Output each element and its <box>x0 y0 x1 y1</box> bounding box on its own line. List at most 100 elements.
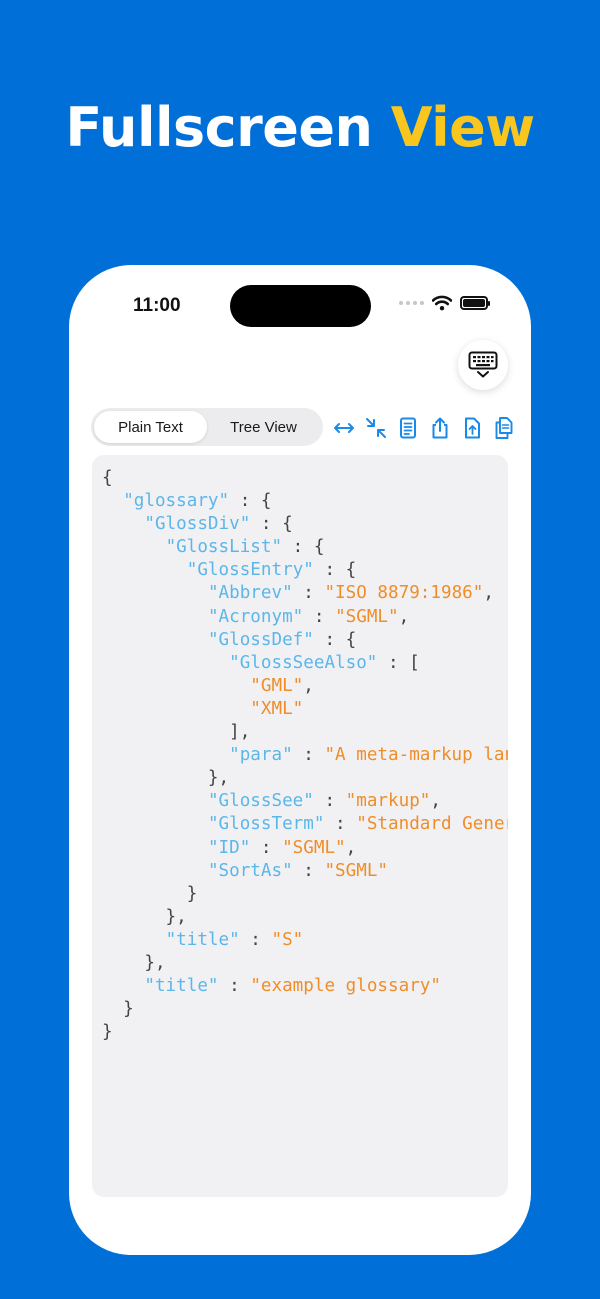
json-key: "ID" <box>207 837 251 858</box>
json-punctuation: , <box>398 606 410 627</box>
json-punctuation: } <box>102 883 198 904</box>
code-line: "glossary" : { <box>102 490 508 513</box>
json-string: "example glossary" <box>250 976 441 997</box>
code-line: ], <box>102 721 508 744</box>
json-punctuation: } <box>102 1022 113 1043</box>
json-punctuation <box>102 676 250 696</box>
json-punctuation <box>102 583 208 603</box>
json-string: "A meta-markup language" <box>324 745 508 766</box>
expand-width-button[interactable] <box>331 415 357 441</box>
json-punctuation: : { <box>250 514 293 535</box>
json-key: "SortAs" <box>207 860 293 881</box>
code-line: "GlossSeeAlso" : [ <box>102 652 508 675</box>
code-line: "Abbrev" : "ISO 8879:1986", <box>102 582 508 605</box>
json-editor[interactable]: { "glossary" : { "GlossDiv" : { "GlossLi… <box>92 455 508 1197</box>
signal-dots-icon <box>399 301 424 305</box>
json-key: "Acronym" <box>207 606 304 627</box>
code-line: "SortAs" : "SGML" <box>102 860 508 883</box>
wifi-icon <box>432 295 452 311</box>
json-punctuation: : <box>250 837 283 858</box>
json-punctuation: : [ <box>377 652 420 673</box>
json-punctuation: : <box>292 583 325 604</box>
collapse-button[interactable] <box>363 415 389 441</box>
json-string: "XML" <box>250 698 304 719</box>
json-key: "GlossSeeAlso" <box>229 652 378 673</box>
json-string: "markup" <box>345 791 431 812</box>
headline-text: Fullscreen <box>65 96 391 159</box>
json-punctuation: : { <box>282 537 325 558</box>
json-punctuation: , <box>430 791 441 812</box>
json-punctuation: : { <box>313 629 357 650</box>
format-document-button[interactable] <box>395 415 421 441</box>
status-indicators <box>399 295 490 311</box>
upload-file-button[interactable] <box>459 415 485 441</box>
json-string: "S" <box>271 929 304 950</box>
json-punctuation <box>102 814 208 834</box>
json-string: "SGML" <box>282 837 346 858</box>
json-punctuation <box>102 745 229 765</box>
json-key: "Abbrev" <box>207 583 293 604</box>
code-line: "GlossList" : { <box>102 536 508 559</box>
json-punctuation <box>102 791 208 811</box>
headline: Fullscreen View <box>0 96 600 159</box>
json-punctuation <box>102 491 123 511</box>
json-punctuation: : <box>292 860 325 881</box>
code-line: "para" : "A meta-markup language" <box>102 744 508 767</box>
code-line: "title" : "S" <box>102 929 508 952</box>
json-key: "GlossDiv" <box>144 514 251 535</box>
json-punctuation <box>102 699 250 719</box>
tab-plain-text[interactable]: Plain Text <box>94 411 207 443</box>
code-line: "GlossDef" : { <box>102 629 508 652</box>
json-punctuation <box>102 607 208 627</box>
json-key: "GlossTerm" <box>207 814 325 835</box>
code-line: }, <box>102 767 508 790</box>
json-punctuation: }, <box>102 906 187 927</box>
code-line: "GlossTerm" : "Standard Generalized" <box>102 813 508 836</box>
copy-button[interactable] <box>491 415 517 441</box>
json-punctuation: }, <box>102 768 230 789</box>
json-punctuation: : { <box>229 491 272 512</box>
json-key: "GlossSee" <box>207 791 314 812</box>
share-button[interactable] <box>427 415 453 441</box>
hide-keyboard-button[interactable] <box>458 340 508 390</box>
expand-horizontal-icon <box>334 423 354 433</box>
json-string: "SGML" <box>324 860 389 881</box>
json-punctuation: , <box>483 583 494 604</box>
status-time: 11:00 <box>133 295 181 316</box>
json-key: "title" <box>165 929 240 950</box>
json-key: "title" <box>144 976 219 997</box>
editor-toolbar <box>331 415 517 441</box>
json-punctuation <box>102 514 144 534</box>
json-punctuation: ], <box>102 722 251 743</box>
json-punctuation: { <box>102 468 113 488</box>
json-punctuation: : <box>313 791 346 812</box>
json-punctuation <box>102 630 208 650</box>
json-code: { "glossary" : { "GlossDiv" : { "GlossLi… <box>102 467 508 1044</box>
json-punctuation: }, <box>102 952 166 973</box>
code-line: "title" : "example glossary" <box>102 975 508 998</box>
json-string: "GML" <box>250 675 304 696</box>
code-line: }, <box>102 906 508 929</box>
code-line: "ID" : "SGML", <box>102 837 508 860</box>
json-punctuation: : <box>303 606 336 627</box>
json-punctuation: : <box>218 976 251 997</box>
code-line: "XML" <box>102 698 508 721</box>
tab-tree-view[interactable]: Tree View <box>207 411 320 443</box>
json-punctuation: : <box>292 745 325 766</box>
json-key: "glossary" <box>123 491 230 512</box>
headline-accent-text: View <box>390 96 535 159</box>
battery-icon <box>460 296 490 310</box>
json-punctuation: } <box>102 999 134 1020</box>
json-punctuation <box>102 861 208 881</box>
json-string: "Standard Generalized" <box>356 814 508 835</box>
code-line: "Acronym" : "SGML", <box>102 606 508 629</box>
code-line: } <box>102 1021 508 1044</box>
code-line: { <box>102 467 508 490</box>
json-punctuation <box>102 560 187 580</box>
json-punctuation <box>102 976 144 996</box>
share-icon <box>432 417 448 439</box>
document-icon <box>400 417 416 439</box>
upload-file-icon <box>465 417 480 439</box>
json-key: "GlossEntry" <box>186 560 314 581</box>
phone-screen: 11:00 Plain Text Tree View {"glossary" … <box>69 265 531 1255</box>
